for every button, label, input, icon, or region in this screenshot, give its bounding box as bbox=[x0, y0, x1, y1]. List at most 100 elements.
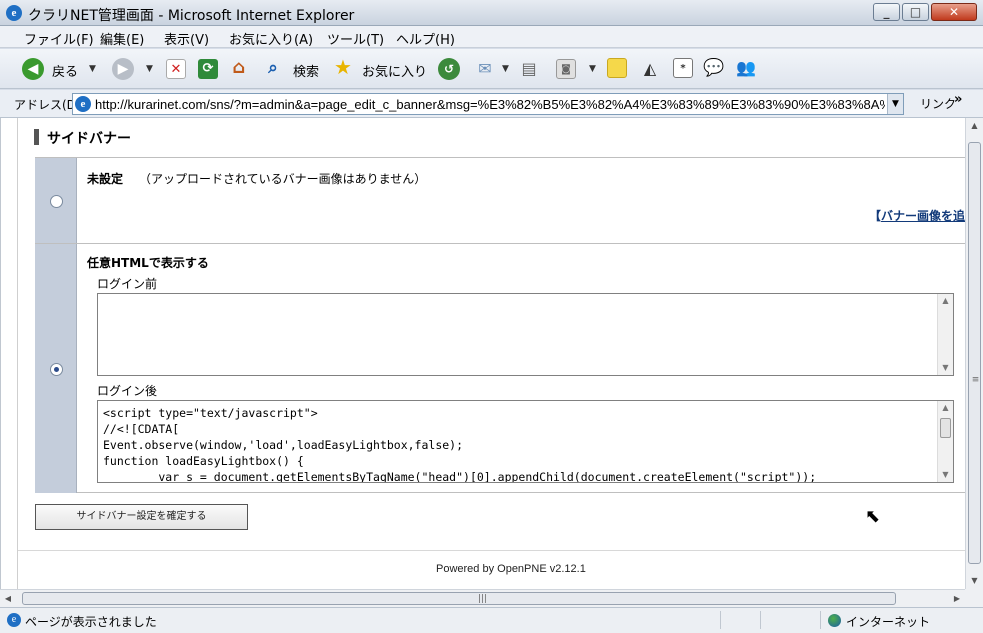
page-done-icon: e bbox=[7, 613, 21, 627]
menu-help[interactable]: ヘルプ(H) bbox=[396, 29, 455, 48]
refresh-icon[interactable]: ⟳ bbox=[198, 59, 218, 79]
back-dropdown-icon[interactable]: ▼ bbox=[89, 64, 96, 74]
discuss-icon[interactable]: 💬 bbox=[703, 58, 724, 78]
search-icon: ⌕ bbox=[268, 58, 278, 78]
add-banner-link[interactable]: 【バナー画像を追 bbox=[869, 207, 965, 224]
vertical-scroll-thumb[interactable]: ≡ bbox=[968, 142, 981, 564]
forward-arrow-icon[interactable]: ▶ bbox=[112, 58, 134, 80]
vertical-scrollbar[interactable]: ▲ ≡ ▼ bbox=[965, 118, 983, 589]
menu-view[interactable]: 表示(V) bbox=[164, 29, 209, 48]
scroll-up-icon[interactable]: ▲ bbox=[938, 294, 953, 308]
scroll-left-icon[interactable]: ◀ bbox=[0, 590, 16, 607]
radio-html[interactable] bbox=[50, 363, 63, 376]
favorites-label: お気に入り bbox=[362, 65, 428, 80]
row-divider bbox=[35, 243, 965, 244]
print-icon[interactable]: ▤ bbox=[519, 59, 539, 79]
pre-login-label: ログイン前 bbox=[97, 277, 158, 291]
favorites-star-icon: ★ bbox=[334, 55, 352, 79]
internet-zone-icon bbox=[828, 614, 841, 627]
status-separator bbox=[820, 611, 821, 629]
toolbar: ◀ 戻る ▼ ▶ ▼ ✕ ⟳ ⌂ ⌕ 検索 ★ お気に入り ↺ ✉ ▼ ▤ ◙ … bbox=[0, 49, 983, 89]
back-label: 戻る bbox=[52, 65, 79, 80]
back-arrow-icon: ◀ bbox=[22, 58, 44, 80]
radio-column bbox=[35, 158, 77, 243]
scroll-down-icon[interactable]: ▼ bbox=[966, 573, 983, 589]
status-separator bbox=[720, 611, 721, 629]
scroll-up-icon[interactable]: ▲ bbox=[966, 118, 983, 134]
scroll-thumb[interactable] bbox=[940, 418, 951, 438]
maximize-button[interactable]: □ bbox=[902, 3, 929, 21]
horizontal-scrollbar[interactable]: ◀ ||| ▶ bbox=[0, 589, 965, 607]
scroll-right-icon[interactable]: ▶ bbox=[949, 590, 965, 607]
menu-favorites[interactable]: お気に入り(A) bbox=[229, 29, 313, 48]
scroll-down-icon[interactable]: ▼ bbox=[938, 361, 953, 375]
address-url[interactable]: http://kurarinet.com/sns/?m=admin&a=page… bbox=[95, 97, 885, 112]
minimize-button[interactable]: _ bbox=[873, 3, 900, 21]
page-viewport: サイドバナー 未設定 （アップロードされているバナー画像はありません） 【バナー… bbox=[0, 118, 965, 589]
ie-icon: e bbox=[6, 5, 22, 21]
html-option-label: 任意HTMLで表示する bbox=[87, 256, 209, 270]
mail-dropdown-icon[interactable]: ▼ bbox=[502, 64, 509, 74]
title-bar: e クラリNET管理画面 - Microsoft Internet Explor… bbox=[0, 0, 983, 26]
close-icon: ✕ bbox=[948, 5, 960, 19]
scroll-up-icon[interactable]: ▲ bbox=[938, 401, 953, 415]
links-label[interactable]: リンク bbox=[920, 95, 956, 112]
radio-unset[interactable] bbox=[50, 195, 63, 208]
menu-edit[interactable]: 編集(E) bbox=[100, 29, 144, 48]
post-login-label: ログイン後 bbox=[97, 384, 158, 398]
radio-column bbox=[35, 244, 77, 493]
scanner-icon[interactable]: ◭ bbox=[640, 59, 660, 79]
section-title: サイドバナー bbox=[47, 131, 131, 147]
menu-file[interactable]: ファイル(F) bbox=[24, 29, 94, 48]
mail-icon[interactable]: ✉ bbox=[475, 59, 495, 79]
confirm-sidebanner-button[interactable]: サイドバナー設定を確定する bbox=[35, 504, 248, 530]
close-button[interactable]: ✕ bbox=[931, 3, 977, 21]
stop-icon[interactable]: ✕ bbox=[166, 59, 186, 79]
security-zone: インターネット bbox=[846, 615, 931, 629]
window-title: クラリNET管理画面 - Microsoft Internet Explorer bbox=[28, 8, 355, 24]
post-login-value[interactable]: <script type="text/javascript"> //<![CDA… bbox=[103, 405, 816, 482]
scroll-down-icon[interactable]: ▼ bbox=[938, 468, 953, 482]
address-field[interactable]: e http://kurarinet.com/sns/?m=admin&a=pa… bbox=[72, 93, 904, 115]
powered-by: Powered by OpenPNE v2.12.1 bbox=[436, 563, 586, 575]
search-button[interactable]: ⌕ 検索 bbox=[263, 57, 327, 81]
post-login-textarea[interactable]: <script type="text/javascript"> //<![CDA… bbox=[97, 400, 954, 483]
edit-icon[interactable]: ◙ bbox=[556, 59, 576, 79]
add-banner-bracket: 【 bbox=[869, 209, 882, 223]
grip-icon: ||| bbox=[478, 594, 488, 604]
unset-note: （アップロードされているバナー画像はありません） bbox=[139, 172, 427, 186]
page-icon: e bbox=[75, 96, 91, 112]
menu-bar: ファイル(F) 編集(E) 表示(V) お気に入り(A) ツール(T) ヘルプ(… bbox=[0, 26, 983, 48]
page-content: サイドバナー 未設定 （アップロードされているバナー画像はありません） 【バナー… bbox=[17, 118, 965, 589]
add-banner-link-text[interactable]: バナー画像を追 bbox=[881, 209, 965, 223]
banner-setting-table: 未設定 （アップロードされているバナー画像はありません） 【バナー画像を追 任意… bbox=[35, 157, 965, 493]
maximize-icon: □ bbox=[909, 5, 922, 19]
home-icon[interactable]: ⌂ bbox=[229, 58, 249, 78]
section-marker bbox=[34, 129, 39, 145]
post-login-scrollbar[interactable]: ▲ ▼ bbox=[937, 401, 953, 482]
messenger-icon[interactable]: 👥 bbox=[736, 58, 756, 78]
edit-dropdown-icon[interactable]: ▼ bbox=[589, 64, 596, 74]
forward-dropdown-icon[interactable]: ▼ bbox=[146, 64, 153, 74]
mouse-cursor-icon: ⬉ bbox=[865, 506, 881, 527]
address-dropdown-icon[interactable]: ▼ bbox=[887, 94, 903, 114]
status-bar: e ページが表示されました インターネット bbox=[0, 607, 983, 633]
links-chevron-icon[interactable]: » bbox=[954, 92, 962, 107]
messenger-device-icon[interactable]: * bbox=[673, 58, 693, 78]
scroll-corner bbox=[965, 589, 983, 607]
unset-label: 未設定 bbox=[87, 172, 124, 186]
address-bar: アドレス(D) e http://kurarinet.com/sns/?m=ad… bbox=[0, 90, 983, 118]
history-icon[interactable]: ↺ bbox=[438, 58, 460, 80]
note-icon[interactable] bbox=[607, 58, 627, 78]
search-label: 検索 bbox=[293, 65, 320, 80]
pre-login-scrollbar[interactable]: ▲ ▼ bbox=[937, 294, 953, 375]
grip-icon: ≡ bbox=[971, 375, 980, 385]
menu-tools[interactable]: ツール(T) bbox=[327, 29, 384, 48]
footer-divider bbox=[18, 550, 965, 551]
status-text: ページが表示されました bbox=[25, 615, 157, 629]
pre-login-textarea[interactable]: ▲ ▼ bbox=[97, 293, 954, 376]
horizontal-scroll-thumb[interactable]: ||| bbox=[22, 592, 896, 605]
minimize-icon: _ bbox=[883, 5, 890, 19]
address-label: アドレス(D) bbox=[14, 98, 81, 112]
favorites-button[interactable]: ★ お気に入り bbox=[333, 57, 433, 81]
